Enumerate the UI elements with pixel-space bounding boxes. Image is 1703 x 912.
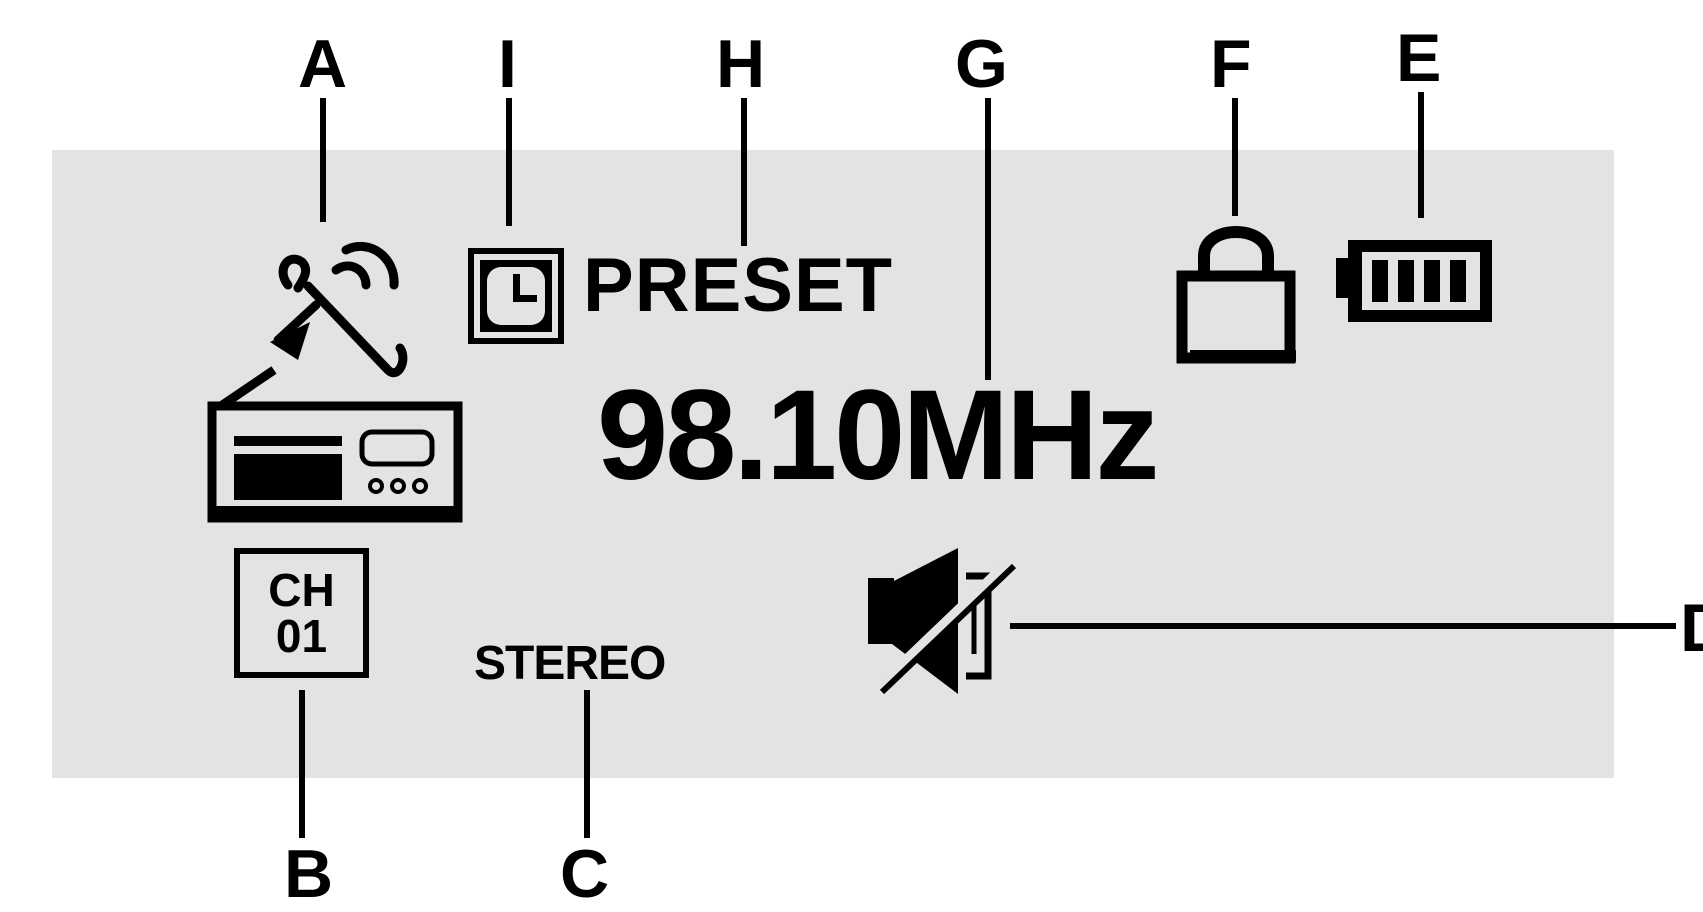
- callout-d: D: [1680, 594, 1703, 662]
- preset-indicator: PRESET: [583, 243, 894, 328]
- callout-b: B: [284, 836, 334, 912]
- battery-bar: [1450, 260, 1466, 302]
- frequency-display: 98.10MHz: [597, 364, 1159, 507]
- channel-label: CH: [268, 564, 335, 616]
- callout-g: G: [955, 26, 1008, 102]
- clock-icon: [468, 248, 564, 344]
- leader-line-i: [506, 98, 512, 226]
- leader-line-a: [320, 98, 326, 222]
- callout-h: H: [716, 26, 766, 102]
- battery-icon: [1336, 240, 1492, 322]
- leader-line-c: [584, 690, 590, 838]
- callout-i: I: [498, 26, 517, 102]
- radio-icon: [207, 366, 463, 523]
- leader-line-f: [1232, 98, 1238, 216]
- leader-line-b: [299, 690, 305, 838]
- battery-bar: [1372, 260, 1388, 302]
- channel-number: 01: [275, 610, 328, 662]
- callout-c: C: [560, 836, 610, 912]
- callout-f: F: [1210, 26, 1252, 102]
- stereo-indicator: STEREO: [474, 637, 666, 690]
- callout-a: A: [298, 26, 348, 102]
- channel-indicator: CH 01: [234, 548, 369, 678]
- leader-line-g: [985, 98, 991, 380]
- battery-bar: [1398, 260, 1414, 302]
- lock-icon: [1176, 226, 1296, 364]
- speaker-mute-icon: [868, 548, 1018, 695]
- leader-line-h: [741, 98, 747, 246]
- callout-e: E: [1396, 20, 1442, 96]
- battery-bar: [1424, 260, 1440, 302]
- leader-line-d: [1010, 623, 1676, 629]
- leader-line-e: [1418, 92, 1424, 218]
